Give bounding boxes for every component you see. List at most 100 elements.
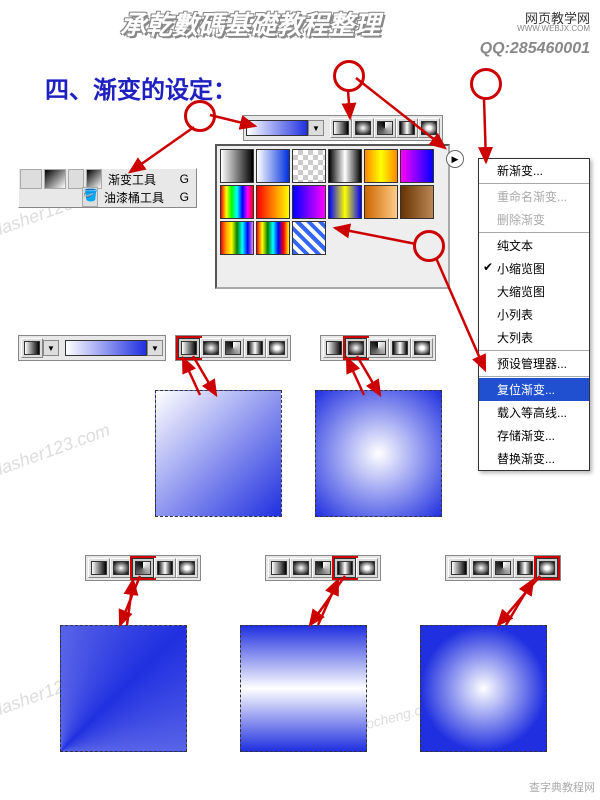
check-icon: ✔ — [483, 260, 493, 274]
angle-gradient-btn[interactable] — [367, 338, 389, 358]
preset-swatch[interactable] — [400, 185, 434, 219]
menu-separator — [479, 376, 589, 377]
preset-menu-button[interactable]: ▶ — [446, 150, 464, 168]
gradient-preview[interactable] — [65, 340, 147, 356]
preset-swatch[interactable] — [400, 149, 434, 183]
tool-shortcut: G — [180, 190, 189, 204]
preset-swatch[interactable] — [292, 185, 326, 219]
type-btns-linear — [175, 335, 291, 361]
title-banner: 承乾數碼基礎教程整理 — [120, 5, 380, 42]
diamond-gradient-btn[interactable] — [176, 558, 198, 578]
linear-gradient-btn[interactable] — [21, 338, 43, 358]
menu-preset-manager[interactable]: 预设管理器... — [479, 352, 589, 375]
angle-gradient-btn[interactable] — [312, 558, 334, 578]
type-btns-reflected — [265, 555, 381, 581]
linear-gradient-btn[interactable] — [268, 558, 290, 578]
angle-sample — [60, 625, 187, 752]
menu-separator — [479, 350, 589, 351]
tool-row-bucket[interactable]: 🪣 油漆桶工具 G — [20, 188, 195, 206]
linear-gradient-btn[interactable] — [88, 558, 110, 578]
type-btns-radial — [320, 335, 436, 361]
diamond-gradient-btn[interactable] — [266, 338, 288, 358]
highlight-circle — [184, 100, 216, 132]
section-title: 四、渐变的设定： — [45, 70, 237, 105]
type-btns-diamond — [445, 555, 561, 581]
preset-swatch[interactable] — [292, 221, 326, 255]
gradient-dropdown[interactable]: ▼ — [308, 120, 324, 136]
footer-watermark: 查字典教程网 — [529, 779, 595, 795]
menu-load-contours[interactable]: 载入等高线... — [479, 401, 589, 424]
menu-new-gradient[interactable]: 新渐变... — [479, 159, 589, 182]
preset-swatch[interactable] — [256, 185, 290, 219]
preset-swatch[interactable] — [256, 149, 290, 183]
reflected-sample — [240, 625, 367, 752]
radial-gradient-btn[interactable] — [110, 558, 132, 578]
reflected-gradient-btn[interactable] — [244, 338, 266, 358]
menu-large-thumb[interactable]: 大缩览图 — [479, 280, 589, 303]
gradient-type-group — [330, 118, 440, 138]
radial-gradient-btn[interactable] — [470, 558, 492, 578]
gradient-preview[interactable] — [246, 120, 308, 136]
radial-gradient-btn[interactable] — [200, 338, 222, 358]
gradient-options-bar-2: ▼ ▼ — [18, 335, 166, 361]
gradient-dropdown[interactable]: ▼ — [147, 340, 163, 356]
linear-gradient-btn[interactable] — [330, 118, 352, 138]
tool-label: 油漆桶工具 — [104, 189, 164, 206]
bucket-icon: 🪣 — [82, 187, 98, 207]
linear-gradient-btn[interactable] — [323, 338, 345, 358]
radial-gradient-btn[interactable] — [290, 558, 312, 578]
reflected-gradient-btn[interactable] — [334, 558, 356, 578]
tool-flyout: 渐变工具 G 🪣 油漆桶工具 G — [18, 168, 197, 208]
diamond-gradient-btn[interactable] — [356, 558, 378, 578]
menu-reset-gradients[interactable]: 复位渐变... — [479, 378, 589, 401]
gradient-context-menu: 新渐变... 重命名渐变... 删除渐变 纯文本 ✔小缩览图 大缩览图 小列表 … — [478, 158, 590, 471]
angle-gradient-btn[interactable] — [222, 338, 244, 358]
preset-swatch[interactable] — [220, 221, 254, 255]
menu-text-only[interactable]: 纯文本 — [479, 234, 589, 257]
preset-swatch[interactable] — [364, 185, 398, 219]
radial-gradient-btn[interactable] — [345, 338, 367, 358]
menu-separator — [479, 183, 589, 184]
gradient-tool-icon — [44, 169, 66, 189]
angle-gradient-btn[interactable] — [374, 118, 396, 138]
angle-gradient-btn[interactable] — [132, 558, 154, 578]
highlight-circle — [470, 68, 502, 100]
chevron-icon — [68, 169, 84, 189]
preset-swatch[interactable] — [256, 221, 290, 255]
menu-large-list[interactable]: 大列表 — [479, 326, 589, 349]
menu-small-list[interactable]: 小列表 — [479, 303, 589, 326]
tool-shortcut: G — [180, 172, 189, 186]
linear-gradient-btn[interactable] — [178, 338, 200, 358]
linear-sample — [155, 390, 282, 517]
menu-save-gradients[interactable]: 存储渐变... — [479, 424, 589, 447]
menu-small-thumb[interactable]: ✔小缩览图 — [479, 257, 589, 280]
reflected-gradient-btn[interactable] — [396, 118, 418, 138]
diamond-gradient-btn[interactable] — [411, 338, 433, 358]
diamond-sample — [420, 625, 547, 752]
menu-delete-gradient: 删除渐变 — [479, 208, 589, 231]
angle-gradient-btn[interactable] — [492, 558, 514, 578]
reflected-gradient-btn[interactable] — [514, 558, 536, 578]
highlight-circle — [333, 60, 365, 92]
tool-row-gradient[interactable]: 渐变工具 G — [20, 170, 195, 188]
preset-swatch[interactable] — [364, 149, 398, 183]
radial-gradient-btn[interactable] — [352, 118, 374, 138]
highlight-circle — [413, 230, 445, 262]
gradient-preset-panel — [215, 144, 450, 289]
menu-separator — [479, 232, 589, 233]
preset-swatch[interactable] — [292, 149, 326, 183]
reflected-gradient-btn[interactable] — [389, 338, 411, 358]
diamond-gradient-btn[interactable] — [418, 118, 440, 138]
menu-replace-gradients[interactable]: 替换渐变... — [479, 447, 589, 470]
tool-label: 渐变工具 — [108, 171, 156, 188]
gradient-icon — [86, 169, 102, 189]
reflected-gradient-btn[interactable] — [154, 558, 176, 578]
linear-gradient-btn[interactable] — [448, 558, 470, 578]
dropdown[interactable]: ▼ — [43, 340, 59, 356]
menu-rename-gradient: 重命名渐变... — [479, 185, 589, 208]
preset-swatch[interactable] — [328, 185, 362, 219]
preset-swatch[interactable] — [220, 149, 254, 183]
diamond-gradient-btn[interactable] — [536, 558, 558, 578]
preset-swatch[interactable] — [328, 149, 362, 183]
preset-swatch[interactable] — [220, 185, 254, 219]
